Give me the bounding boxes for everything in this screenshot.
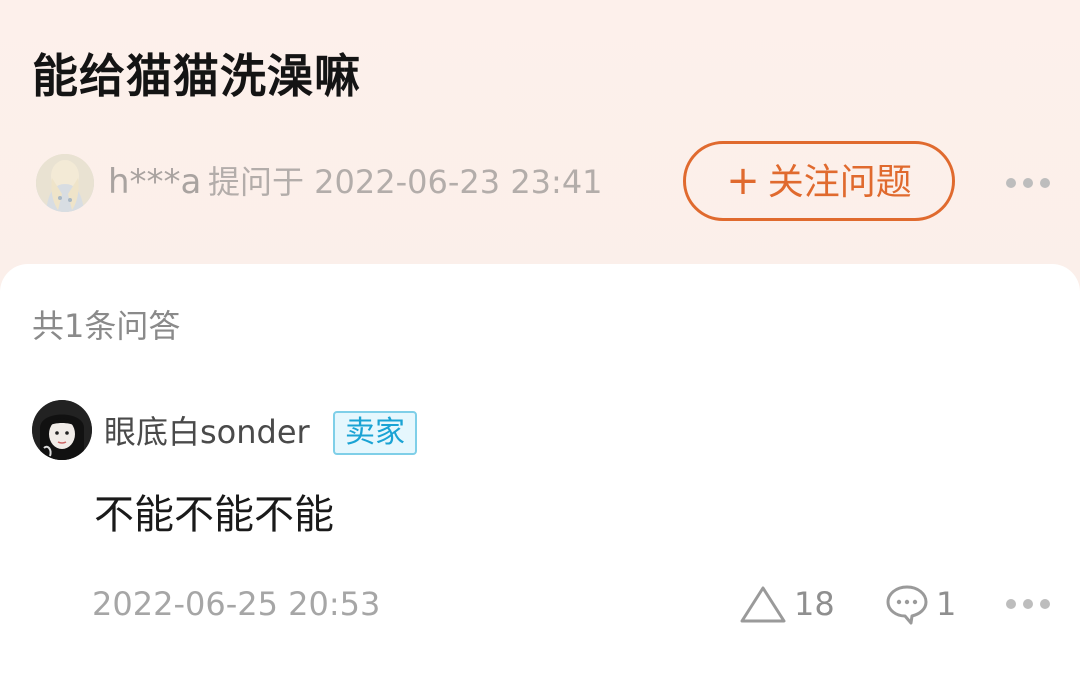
- follow-question-label: 关注问题: [767, 162, 912, 203]
- asker-avatar-image: [36, 154, 94, 212]
- like-button[interactable]: 18: [738, 582, 835, 626]
- asked-timestamp: 提问于 2022-06-23 23:41: [208, 163, 603, 201]
- follow-question-button[interactable]: + 关注问题: [683, 141, 955, 221]
- comment-bubble-icon: [886, 585, 928, 625]
- answers-card: 共1条问答 眼底白sonder 卖家 不能不能不能 2022-06-25 20:…: [0, 264, 1080, 684]
- like-count: 18: [794, 585, 835, 623]
- comment-count: 1: [936, 585, 957, 623]
- answer-count-label: 共1条问答: [32, 307, 181, 345]
- triangle-like-icon: [740, 586, 786, 623]
- answer-content: 不能不能不能: [94, 492, 334, 538]
- more-dots-icon[interactable]: [1004, 597, 1052, 611]
- answerer-avatar-image: [32, 400, 92, 460]
- asker-avatar[interactable]: [36, 154, 94, 212]
- plus-icon: +: [726, 158, 760, 204]
- comment-button[interactable]: 1: [884, 582, 956, 626]
- seller-badge: 卖家: [333, 411, 417, 455]
- answerer-name[interactable]: 眼底白sonder: [104, 412, 310, 452]
- more-dots-icon[interactable]: [1004, 176, 1052, 190]
- asker-name[interactable]: h***a: [108, 162, 201, 202]
- answerer-avatar[interactable]: [32, 400, 92, 460]
- question-header: 能给猫猫洗澡嘛 h***a 提问于 2022-06-23 23:41 + 关注问题: [0, 0, 1080, 290]
- question-title: 能给猫猫洗澡嘛: [32, 49, 361, 103]
- answer-timestamp: 2022-06-25 20:53: [92, 585, 381, 623]
